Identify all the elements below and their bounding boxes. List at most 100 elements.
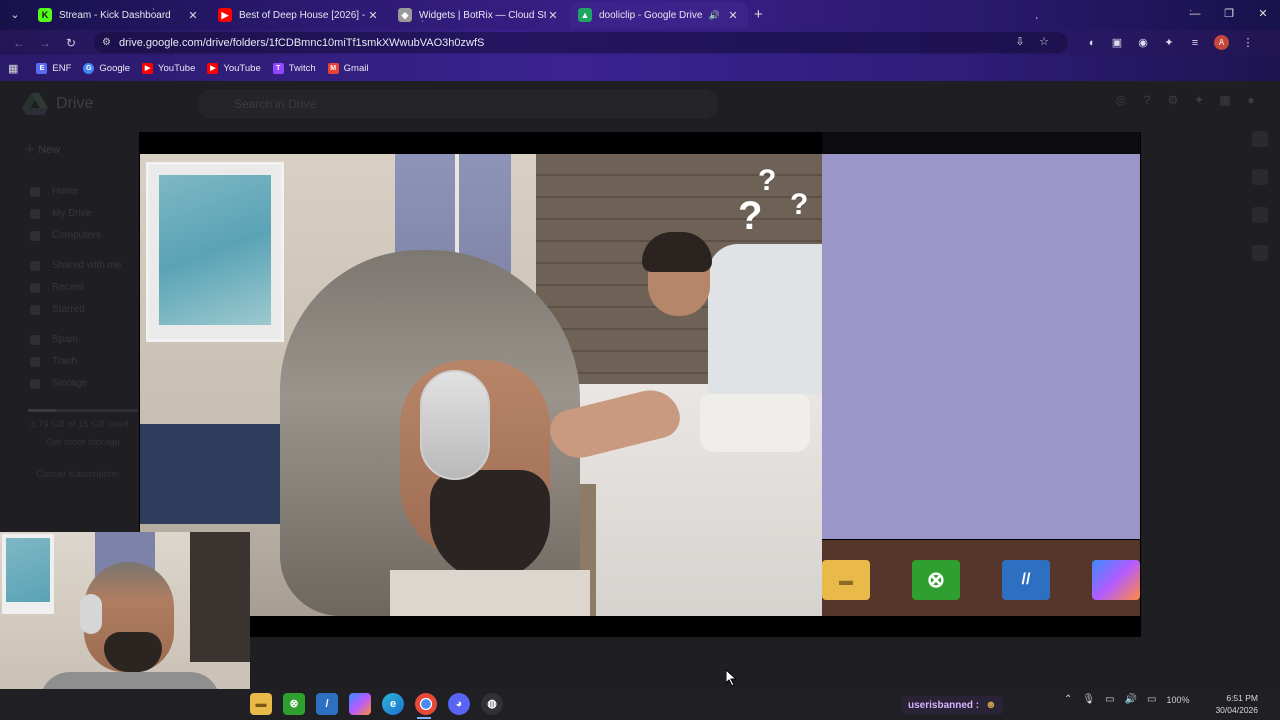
wall-poster	[2, 534, 54, 614]
twitch-icon: T	[272, 62, 284, 74]
minimize-icon[interactable]: —	[1178, 0, 1212, 28]
pillow	[700, 392, 810, 452]
youtube-icon: ▶	[218, 8, 232, 22]
site-info-icon[interactable]: ⚙	[102, 37, 111, 48]
discord-icon[interactable]: ◕	[448, 693, 470, 715]
account-avatar[interactable]: ●	[1238, 93, 1264, 115]
sidebar-item-storage[interactable]: Storage	[28, 373, 121, 395]
offline-icon[interactable]: ◎	[1108, 93, 1134, 115]
bookmark-google[interactable]: G Google	[83, 62, 131, 74]
apps-grid-icon[interactable]: ▦	[1212, 93, 1238, 115]
kick-icon: K	[38, 8, 52, 22]
bookmark-label: Google	[99, 62, 131, 74]
bookmark-label: YouTube	[223, 62, 261, 74]
edge-icon[interactable]: e	[382, 693, 404, 715]
drive-icon: ▲	[578, 8, 592, 22]
headphones	[80, 594, 102, 634]
sidebar-item-starred[interactable]: Starred	[28, 299, 121, 321]
chrome-icon[interactable]	[415, 693, 437, 715]
puzzle-icon[interactable]: ✦	[1156, 36, 1182, 49]
sidebar-item-computers[interactable]: Computers	[28, 225, 121, 247]
close-tab-icon[interactable]: ✕	[186, 9, 200, 22]
bookmark-twitch[interactable]: T Twitch	[272, 62, 316, 74]
clock[interactable]: 6:51 PM 30/04/2026	[1215, 692, 1258, 716]
close-tab-icon[interactable]: ✕	[366, 9, 380, 22]
help-icon[interactable]: ?	[1134, 93, 1160, 115]
movavi-icon[interactable]: /	[316, 693, 338, 715]
tab-strip: ⌄ K Stream - Kick Dashboard ✕ ▶ Best of …	[0, 0, 1280, 30]
display-icon[interactable]: ▭	[1105, 694, 1114, 705]
video-player[interactable]: ??? ▬ ⊗ //	[139, 132, 1141, 637]
tab-botrix-widgets[interactable]: ◆ Widgets | BotRix — Cloud Stre ✕	[390, 2, 568, 28]
bookmark-youtube[interactable]: ▶ YouTube	[142, 62, 196, 74]
tab-search-icon[interactable]: ⌄	[6, 6, 24, 24]
install-app-icon[interactable]: ⇩	[1008, 32, 1032, 53]
video-taskbar: ▬ ⊗ //	[822, 540, 1140, 616]
reload-icon[interactable]: ↻	[58, 36, 84, 50]
sidebar-item-home[interactable]: Home	[28, 181, 121, 203]
close-window-icon[interactable]: ✕	[1246, 0, 1280, 28]
gmail-icon: M	[327, 62, 339, 74]
new-tab-button[interactable]: +	[754, 2, 763, 30]
menu-kebab-icon[interactable]: ⋮	[1235, 36, 1261, 49]
close-tab-icon[interactable]: ✕	[726, 9, 740, 22]
active-app-indicator	[417, 717, 431, 719]
xbox-icon[interactable]: ⊗	[283, 693, 305, 715]
maximize-icon[interactable]: ❐	[1212, 0, 1246, 28]
forward-icon[interactable]: →	[32, 36, 58, 50]
battery-percent: 100%	[1166, 694, 1190, 705]
sidebar-item-spam[interactable]: Spam	[28, 329, 121, 351]
bookmark-star-icon[interactable]: ☆	[1032, 32, 1056, 53]
sidebar-item-recent[interactable]: Recent	[28, 277, 121, 299]
tab-google-drive[interactable]: ▲ dooliclip - Google Drive 🔊 ✕	[570, 2, 748, 28]
get-storage-button[interactable]: Get more storage	[46, 437, 120, 448]
apps-grid-icon[interactable]: ▦	[8, 62, 18, 75]
copilot-icon[interactable]	[349, 693, 371, 715]
tab-kick-dashboard[interactable]: K Stream - Kick Dashboard ✕	[30, 2, 208, 28]
keep-icon[interactable]	[1252, 169, 1268, 185]
gemini-icon[interactable]: ✦	[1186, 93, 1212, 115]
contacts-icon[interactable]	[1252, 245, 1268, 261]
bookmark-label: Gmail	[343, 62, 369, 74]
cancel-subscription-button[interactable]: Cancel subscription	[36, 469, 119, 480]
tab-title: Widgets | BotRix — Cloud Stre	[419, 9, 546, 21]
sidebar-item-trash[interactable]: Trash	[28, 351, 121, 373]
bookmark-youtube-2[interactable]: ▶ YouTube	[207, 62, 261, 74]
desktop-wallpaper	[822, 154, 1140, 539]
speaker-icon[interactable]: 🔊	[709, 10, 720, 21]
calendar-icon[interactable]	[1252, 131, 1268, 147]
wall-poster	[146, 162, 284, 342]
tab-title: dooliclip - Google Drive	[599, 9, 703, 21]
tab-deep-house[interactable]: ▶ Best of Deep House [2026] - Ch ✕	[210, 2, 388, 28]
battery-icon[interactable]: ▭	[1147, 694, 1156, 705]
back-icon[interactable]: ←	[6, 36, 32, 50]
obs-icon[interactable]: ◍	[481, 693, 503, 715]
volume-icon[interactable]: 🔊	[1125, 694, 1137, 705]
headphones	[420, 370, 490, 480]
sidebar-item-shared[interactable]: Shared with me	[28, 255, 121, 277]
bookmark-gmail[interactable]: M Gmail	[327, 62, 369, 74]
tasks-icon[interactable]	[1252, 207, 1268, 223]
extension-icon[interactable]: ▣	[1104, 36, 1130, 49]
movavi-icon: //	[1002, 560, 1050, 600]
settings-gear-icon[interactable]: ⚙	[1160, 93, 1186, 115]
microphone-icon[interactable]: 🎙	[1082, 694, 1095, 705]
drive-search-input[interactable]: Search in Drive	[198, 89, 718, 119]
address-bar[interactable]: ⚙ drive.google.com/drive/folders/1fCDBmn…	[94, 32, 1068, 53]
file-explorer-icon[interactable]: ▬	[250, 693, 272, 715]
bookmark-enf[interactable]: E ENF	[36, 62, 71, 74]
system-tray: ⌃ 🎙 ▭ 🔊 ▭ 100%	[1064, 694, 1199, 705]
extension-icon[interactable]: ◉	[1130, 36, 1156, 49]
close-tab-icon[interactable]: ✕	[546, 9, 560, 22]
drive-logo-icon	[22, 93, 48, 115]
chevron-up-icon[interactable]: ⌃	[1064, 694, 1072, 705]
sidebar-item-my-drive[interactable]: My Drive	[28, 203, 121, 225]
storage-bar	[28, 409, 138, 412]
profile-avatar[interactable]: A	[1214, 35, 1229, 50]
new-button[interactable]: ＋ New	[24, 141, 60, 157]
youtube-icon: ▶	[207, 62, 219, 74]
read-aloud-icon[interactable]: ◖	[1078, 37, 1104, 49]
bookmark-label: YouTube	[158, 62, 196, 74]
media-control-icon[interactable]: ≡	[1182, 37, 1208, 49]
drive-header: Drive Search in Drive ◎ ? ⚙ ✦ ▦ ●	[0, 81, 1280, 127]
